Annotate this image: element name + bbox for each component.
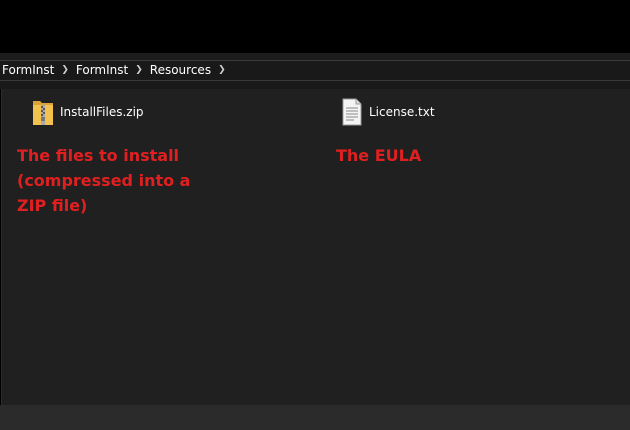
annotation-eula: The EULA (336, 146, 422, 165)
breadcrumb[interactable]: FormInst ❯ FormInst ❯ Resources ❯ (0, 60, 630, 81)
breadcrumb-item-forminst-1[interactable]: FormInst (2, 61, 54, 80)
file-explorer-window: FormInst ❯ FormInst ❯ Resources ❯ Instal… (0, 0, 630, 430)
breadcrumb-item-resources[interactable]: Resources (150, 61, 211, 80)
ribbon-edge (0, 53, 630, 60)
file-name-license[interactable]: License.txt (369, 105, 435, 119)
chevron-right-icon[interactable]: ❯ (135, 61, 143, 80)
breadcrumb-item-forminst-2[interactable]: FormInst (76, 61, 128, 80)
annotation-install-files: The files to install (compressed into a … (17, 146, 191, 215)
zip-folder-icon (31, 97, 55, 127)
file-name-installfiles[interactable]: InstallFiles.zip (60, 105, 144, 119)
file-item-license-txt[interactable]: License.txt (340, 97, 435, 127)
chevron-right-icon[interactable]: ❯ (218, 61, 226, 80)
text-document-icon (340, 97, 364, 127)
title-area (0, 0, 630, 53)
file-list-pane[interactable]: InstallFiles.zip License.txt The files t… (1, 89, 630, 405)
file-item-installfiles-zip[interactable]: InstallFiles.zip (31, 97, 144, 127)
status-bar (0, 405, 630, 430)
toolbar-gap (0, 81, 630, 89)
chevron-right-icon[interactable]: ❯ (61, 61, 69, 80)
